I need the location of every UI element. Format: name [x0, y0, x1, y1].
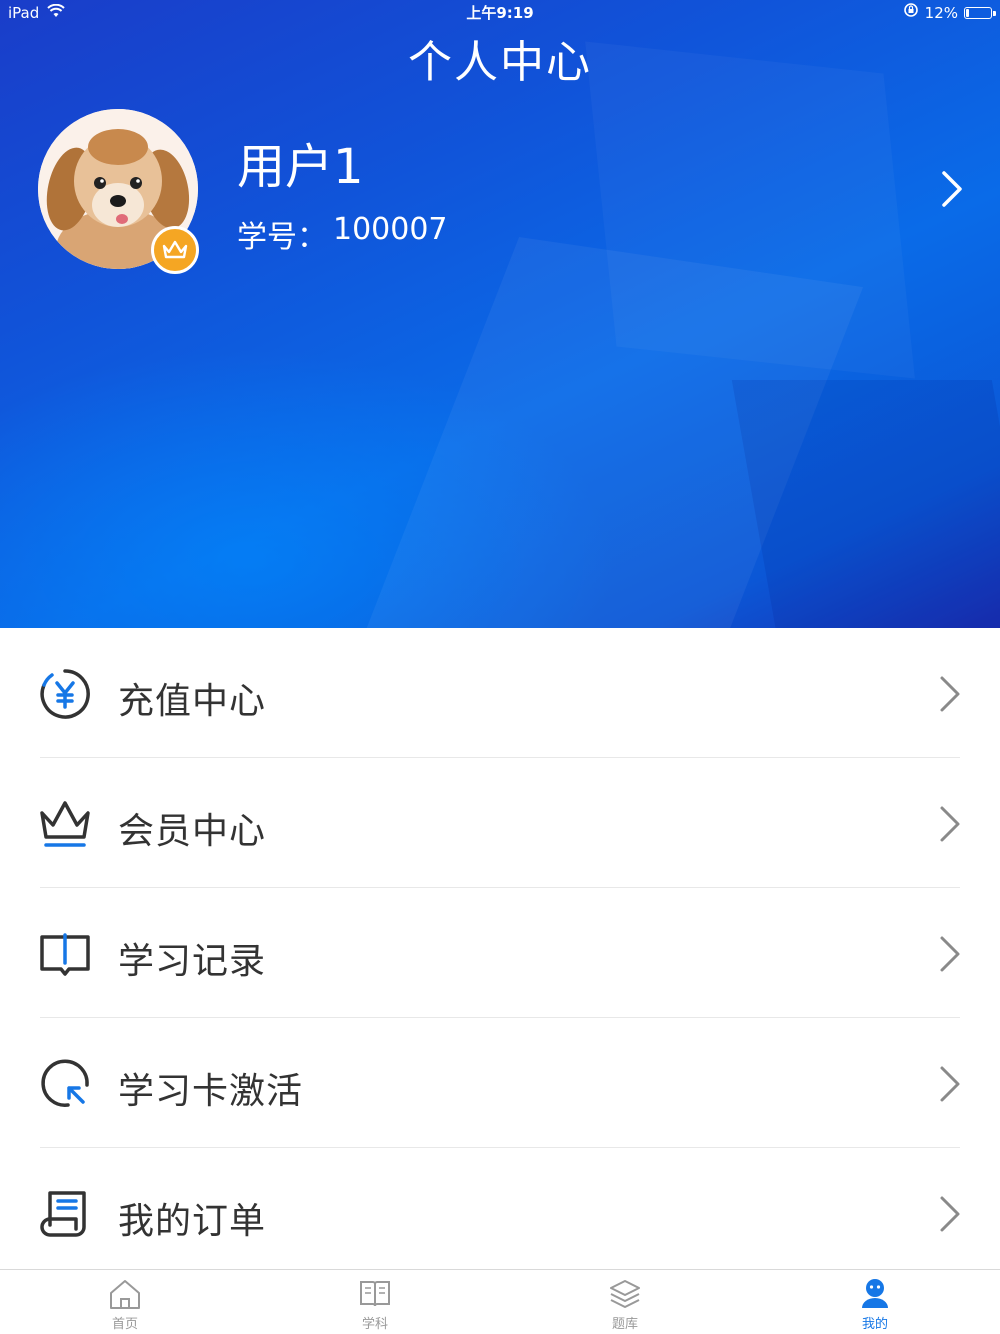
yuan-circle-icon: [40, 669, 90, 719]
chevron-right-icon: [940, 936, 960, 972]
battery-icon: [964, 7, 996, 19]
tab-subjects[interactable]: 学科: [250, 1270, 500, 1334]
chevron-right-icon[interactable]: [934, 169, 966, 209]
profile-card[interactable]: 用户1 学号： 100007: [0, 105, 1000, 275]
tab-home[interactable]: 首页: [0, 1270, 250, 1334]
chevron-right-icon: [940, 806, 960, 842]
menu-item-label: 学习卡激活: [118, 1071, 304, 1112]
chevron-right-icon: [940, 676, 960, 712]
student-number: 学号： 100007: [237, 212, 448, 256]
page-title: 个人中心: [408, 37, 592, 88]
menu-item-label: 充值中心: [118, 681, 267, 722]
tab-label: 我的: [861, 1317, 888, 1332]
profile-header: iPad 上午9:19 12% 个人中心 用户1 学号： 100007: [0, 0, 1000, 628]
student-number-value: 100007: [333, 212, 448, 247]
username: 用户1: [237, 139, 364, 195]
menu-item-label: 会员中心: [118, 811, 267, 852]
menu-item-recharge[interactable]: 充值中心: [0, 628, 1000, 758]
tab-mine[interactable]: 我的: [750, 1270, 1000, 1334]
crown-icon: [40, 801, 90, 847]
avatar[interactable]: [38, 109, 199, 274]
user-icon: [862, 1279, 888, 1308]
status-time: 上午9:19: [466, 4, 534, 22]
order-receipt-icon: [40, 1191, 86, 1237]
layers-icon: [610, 1280, 640, 1308]
menu-item-label: 学习记录: [118, 941, 267, 982]
vip-crown-badge: [151, 226, 199, 274]
book-icon: [360, 1281, 390, 1307]
tab-label: 首页: [111, 1317, 138, 1332]
home-icon: [110, 1280, 140, 1309]
student-number-label: 学号：: [237, 220, 327, 255]
menu-item-my-orders[interactable]: 我的订单: [0, 1148, 1000, 1278]
menu-item-study-records[interactable]: 学习记录: [0, 888, 1000, 1018]
menu-item-membership[interactable]: 会员中心: [0, 758, 1000, 888]
chevron-right-icon: [940, 1196, 960, 1232]
orientation-lock-icon: [903, 0, 919, 26]
tab-label: 学科: [361, 1317, 388, 1332]
battery-percent: 12%: [924, 4, 958, 22]
tab-question-bank[interactable]: 题库: [500, 1270, 750, 1334]
tab-label: 题库: [611, 1317, 638, 1332]
menu-item-label: 我的订单: [118, 1201, 267, 1242]
activate-cursor-icon: [41, 1059, 89, 1107]
crown-icon: [162, 240, 188, 259]
profile-page: iPad 上午9:19 12% 个人中心 用户1 学号： 100007 充值中心…: [0, 0, 1000, 1334]
menu-item-card-activation[interactable]: 学习卡激活: [0, 1018, 1000, 1148]
status-bar: iPad 上午9:19 12%: [0, 0, 1000, 26]
tab-bar: 首页 学科 题库 我的: [0, 1269, 1000, 1334]
open-book-icon: [40, 933, 90, 976]
background-shape: [731, 380, 1000, 628]
battery-level: [966, 9, 969, 17]
menu-list: 充值中心 会员中心 学习记录 学习卡激活 我的订单: [0, 628, 1000, 1278]
chevron-right-icon: [940, 1066, 960, 1102]
